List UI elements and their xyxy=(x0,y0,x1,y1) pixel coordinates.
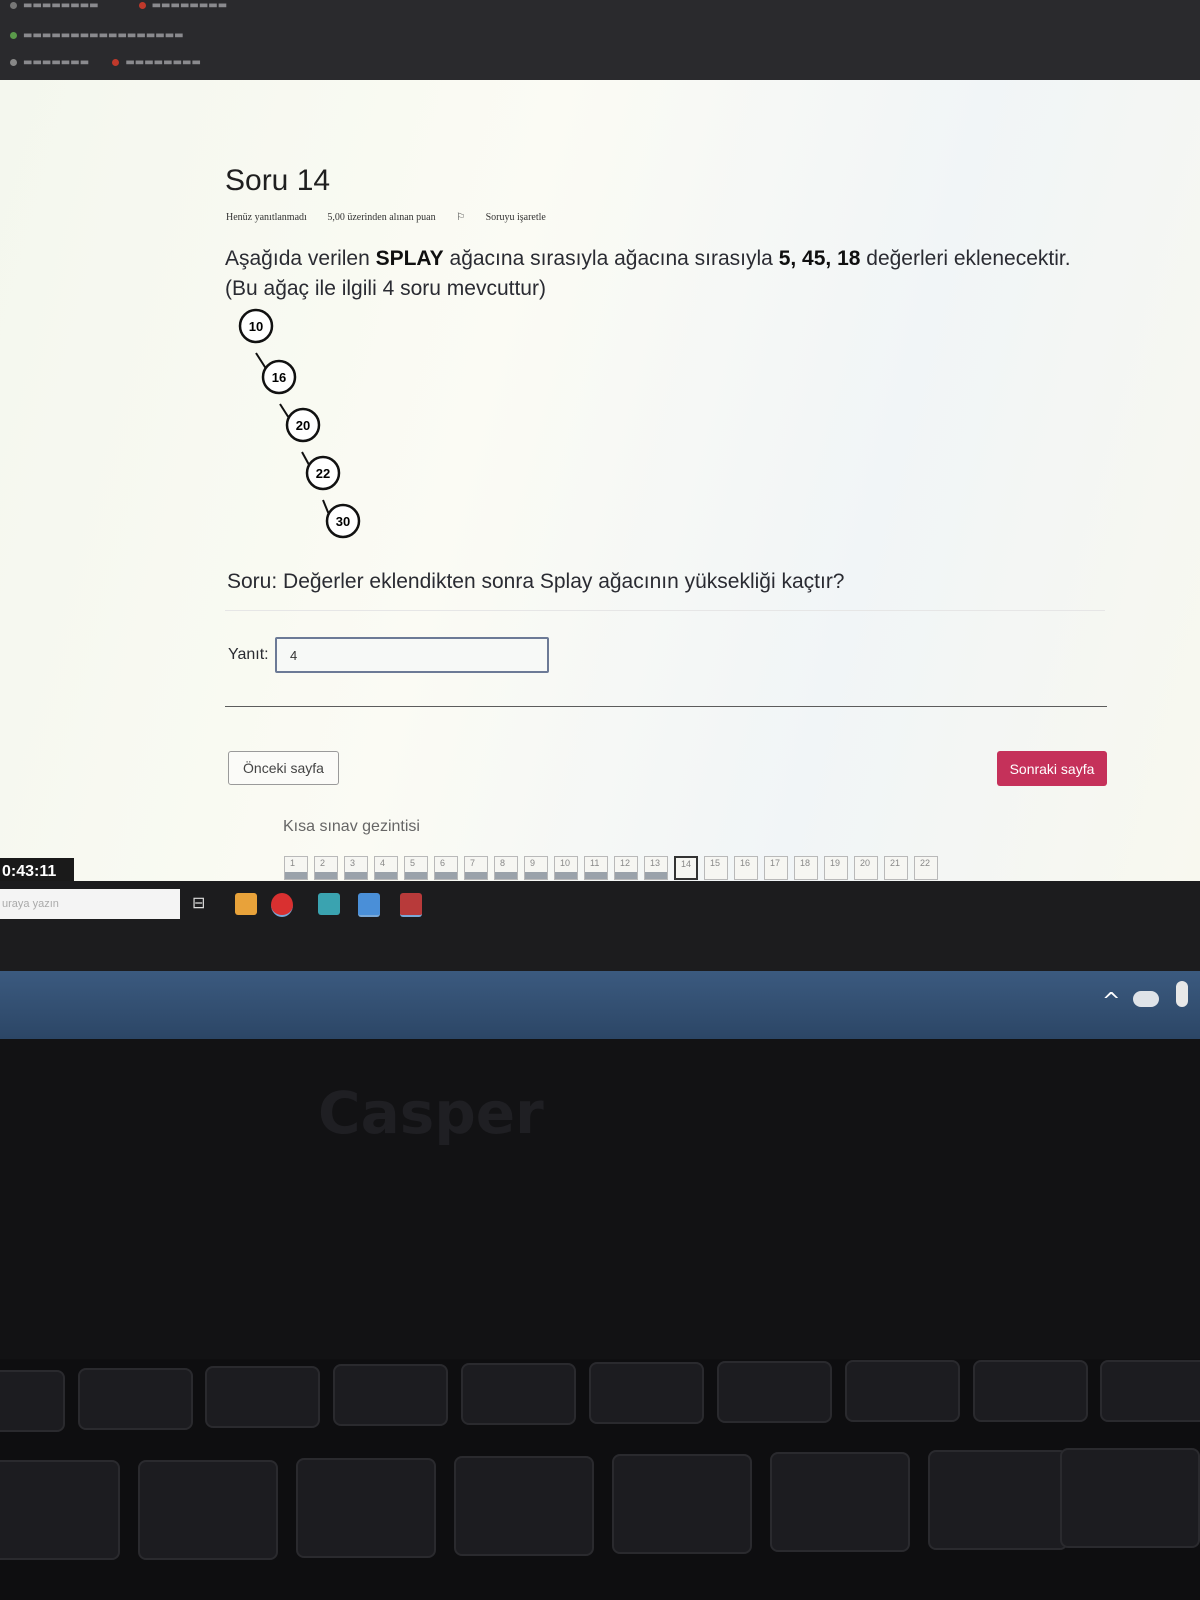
quiz-nav-page-5[interactable]: 5 xyxy=(404,856,428,880)
question-title: Soru 14 xyxy=(225,164,331,197)
quiz-navigation-grid: 1 2 3 4 5 6 7 8 9 10 11 12 13 14 15 16 17 18 19 20 21 22 xyxy=(284,856,944,880)
quiz-nav-page-1[interactable]: 1 xyxy=(284,856,308,880)
keyboard-key xyxy=(612,1454,752,1554)
quiz-nav-page-11[interactable]: 11 xyxy=(584,856,608,880)
previous-page-button[interactable]: Önceki sayfa xyxy=(228,751,339,785)
svg-text:20: 20 xyxy=(296,418,310,433)
pinned-app-icon[interactable] xyxy=(400,893,422,917)
keyboard-key xyxy=(717,1361,832,1423)
keyboard-key xyxy=(0,1460,120,1560)
quiz-nav-page-15[interactable]: 15 xyxy=(704,856,728,880)
keyboard-key xyxy=(845,1360,960,1422)
keyboard-key xyxy=(770,1452,910,1552)
quiz-nav-page-2[interactable]: 2 xyxy=(314,856,338,880)
address-bar[interactable]: ▬▬▬▬▬▬▬▬▬▬▬▬▬▬▬▬▬ xyxy=(10,30,184,41)
prompt-note: (Bu ağaç ile ilgili 4 soru mevcuttur) xyxy=(225,277,546,300)
quiz-nav-page-10[interactable]: 10 xyxy=(554,856,578,880)
keyboard-key xyxy=(296,1458,436,1558)
task-view-icon[interactable]: ⊟ xyxy=(192,893,214,915)
question-status: Henüz yanıtlanmadı xyxy=(226,212,307,223)
quiz-nav-page-6[interactable]: 6 xyxy=(434,856,458,880)
divider xyxy=(225,706,1107,707)
browser-tabs-row[interactable]: ▬▬▬▬▬▬▬▬ ▬▬▬▬▬▬▬▬ xyxy=(10,0,227,11)
prompt-values: 5, 45, 18 xyxy=(778,247,861,270)
keyboard-key xyxy=(928,1450,1068,1550)
question-prompt: Aşağıda verilen SPLAY ağacına sırasıyla … xyxy=(225,247,1071,300)
keyboard-key xyxy=(461,1363,576,1425)
quiz-nav-page-19[interactable]: 19 xyxy=(824,856,848,880)
chat-app-icon[interactable] xyxy=(318,893,340,915)
quiz-nav-page-14[interactable]: 14 xyxy=(674,856,698,880)
quiz-nav-page-22[interactable]: 22 xyxy=(914,856,938,880)
tree-node-20: 20 xyxy=(285,407,321,443)
quiz-nav-page-9[interactable]: 9 xyxy=(524,856,548,880)
sub-question-text: Soru: Değerler eklendikten sonra Splay a… xyxy=(227,570,845,593)
quiz-nav-page-20[interactable]: 20 xyxy=(854,856,878,880)
answer-label: Yanıt: xyxy=(228,646,269,663)
prompt-bold-splay: SPLAY xyxy=(375,247,444,270)
next-page-button[interactable]: Sonraki sayfa xyxy=(997,751,1107,786)
keyboard-key xyxy=(333,1364,448,1426)
quiz-nav-page-21[interactable]: 21 xyxy=(884,856,908,880)
keyboard-key xyxy=(454,1456,594,1556)
keyboard-key xyxy=(78,1368,193,1430)
quiz-nav-page-12[interactable]: 12 xyxy=(614,856,638,880)
system-tray-bar: ^ xyxy=(0,971,1200,1039)
quiz-nav-page-4[interactable]: 4 xyxy=(374,856,398,880)
question-meta: Henüz yanıtlanmadı 5,00 üzerinden alınan… xyxy=(226,212,582,223)
svg-text:30: 30 xyxy=(336,514,350,529)
file-explorer-icon[interactable] xyxy=(235,893,257,915)
svg-text:16: 16 xyxy=(272,370,286,385)
quiz-nav-page-8[interactable]: 8 xyxy=(494,856,518,880)
brand-logo: Casper xyxy=(318,1079,544,1147)
show-hidden-icons-chevron-up-icon[interactable]: ^ xyxy=(1102,989,1120,1014)
browser-top-bar: ▬▬▬▬▬▬▬▬ ▬▬▬▬▬▬▬▬ ▬▬▬▬▬▬▬▬▬▬▬▬▬▬▬▬▬ ▬▬▬▬▬… xyxy=(0,0,1200,84)
keyboard-key xyxy=(138,1460,278,1560)
quiz-navigation-title: Kısa sınav gezintisi xyxy=(283,818,420,835)
taskbar-search-box[interactable]: uraya yazın xyxy=(0,889,180,919)
onedrive-cloud-icon[interactable] xyxy=(1133,991,1159,1007)
question-points: 5,00 üzerinden alınan puan xyxy=(327,212,436,223)
microphone-icon[interactable] xyxy=(1176,981,1188,1007)
taskbar: uraya yazın ⊟ xyxy=(0,881,1200,971)
quiz-nav-page-7[interactable]: 7 xyxy=(464,856,488,880)
quiz-nav-page-3[interactable]: 3 xyxy=(344,856,368,880)
quiz-nav-page-17[interactable]: 17 xyxy=(764,856,788,880)
svg-text:10: 10 xyxy=(249,319,263,334)
quiz-page: Soru 14 Henüz yanıtlanmadı 5,00 üzerinde… xyxy=(0,80,1200,882)
keyboard-key xyxy=(0,1370,65,1432)
keyboard-key xyxy=(1100,1360,1200,1422)
tree-node-10: 10 xyxy=(238,308,274,344)
laptop-bezel: Casper xyxy=(0,1039,1200,1359)
quiz-nav-page-13[interactable]: 13 xyxy=(644,856,668,880)
splay-tree-diagram: 10 16 20 22 30 xyxy=(238,308,361,539)
quiz-nav-page-16[interactable]: 16 xyxy=(734,856,758,880)
tree-node-30: 30 xyxy=(325,503,361,539)
divider xyxy=(225,610,1105,611)
opera-browser-icon[interactable] xyxy=(271,893,293,917)
flag-icon: ⚐ xyxy=(456,212,466,223)
keyboard-key xyxy=(589,1362,704,1424)
keyboard-key xyxy=(973,1360,1088,1422)
bookmarks-bar[interactable]: ▬▬▬▬▬▬▬ ▬▬▬▬▬▬▬▬ xyxy=(10,57,201,68)
keyboard-key xyxy=(1060,1448,1200,1548)
tree-node-22: 22 xyxy=(305,455,341,491)
app-window-icon[interactable] xyxy=(358,893,380,917)
flag-question-link[interactable]: ⚐ Soruyu işaretle xyxy=(456,212,564,223)
svg-text:22: 22 xyxy=(316,466,330,481)
keyboard-key xyxy=(205,1366,320,1428)
tree-node-16: 16 xyxy=(261,359,297,395)
quiz-nav-page-18[interactable]: 18 xyxy=(794,856,818,880)
answer-input[interactable] xyxy=(275,637,549,673)
laptop-keyboard xyxy=(0,1360,1200,1600)
